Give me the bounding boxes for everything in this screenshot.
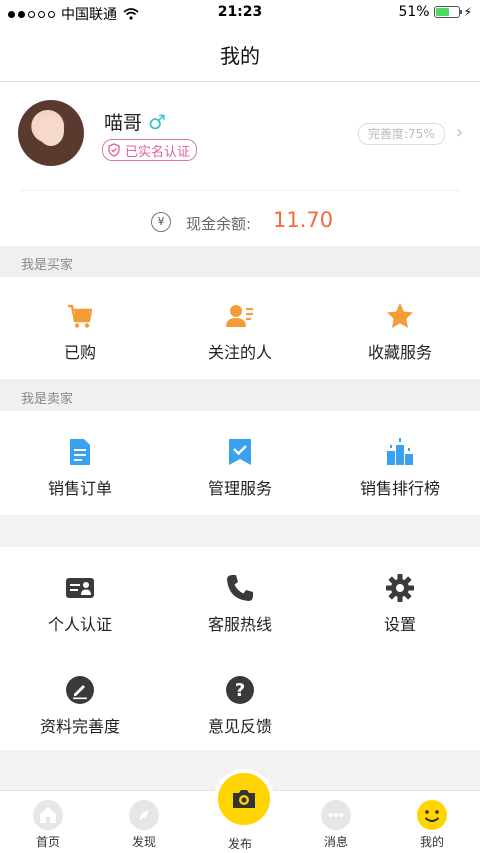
shield-icon — [107, 143, 121, 157]
seller-grid: 销售订单 管理服务 销售排行榜 — [0, 411, 480, 515]
tab-publish-button[interactable] — [214, 769, 274, 829]
compass-icon — [128, 799, 160, 831]
buyer-item-purchased[interactable]: 已购 — [0, 301, 160, 363]
misc-item-label: 个人认证 — [47, 615, 112, 634]
misc-item-label: 设置 — [383, 615, 416, 634]
tab-bar: 首页 发现 发布 消息 我的 — [0, 769, 480, 853]
id-card-icon — [65, 573, 95, 603]
buyer-item-following[interactable]: 关注的人 — [160, 301, 320, 363]
tab-home[interactable]: 首页 — [8, 799, 88, 850]
misc-item-hotline[interactable]: 客服热线 — [160, 573, 320, 635]
document-icon — [65, 437, 95, 467]
buyer-item-label: 收藏服务 — [367, 343, 432, 362]
buyer-grid: 已购 关注的人 收藏服务 — [0, 277, 480, 379]
ranking-icon — [385, 437, 415, 467]
camera-icon — [231, 788, 257, 810]
misc-item-feedback[interactable]: ? 意见反馈 — [160, 675, 320, 737]
seller-item-label: 销售排行榜 — [359, 479, 440, 498]
balance-row[interactable]: ¥ 现金余额: 11.70 — [0, 204, 480, 240]
star-icon — [385, 301, 415, 331]
buyer-item-favorites[interactable]: 收藏服务 — [320, 301, 480, 363]
battery-icon — [433, 6, 462, 18]
tab-messages[interactable]: 消息 — [296, 799, 376, 850]
misc-item-verification[interactable]: 个人认证 — [0, 573, 160, 635]
avatar[interactable] — [18, 100, 84, 166]
seller-item-manage[interactable]: 管理服务 — [160, 437, 320, 499]
buyer-item-label: 已购 — [63, 343, 96, 362]
tab-publish-label: 发布 — [227, 837, 252, 851]
tab-label: 消息 — [323, 835, 348, 849]
charging-icon: ⚡ — [463, 5, 472, 19]
verified-label: 已实名认证 — [125, 144, 191, 160]
balance-value: 11.70 — [273, 208, 334, 232]
chevron-right-icon[interactable]: › — [456, 122, 463, 143]
phone-icon — [225, 573, 255, 603]
home-icon — [32, 799, 64, 831]
seller-item-ranking[interactable]: 销售排行榜 — [320, 437, 480, 499]
male-gender-icon: ♂ — [148, 109, 166, 134]
misc-item-settings[interactable]: 设置 — [320, 573, 480, 635]
seller-section-title: 我是卖家 — [21, 392, 74, 407]
svg-text:?: ? — [235, 680, 245, 701]
seller-section-header: 我是卖家 — [0, 380, 480, 411]
smiley-icon — [416, 799, 448, 831]
misc-item-label: 客服热线 — [207, 615, 272, 634]
completion-badge[interactable]: 完善度:75% — [358, 123, 445, 145]
seller-item-orders[interactable]: 销售订单 — [0, 437, 160, 499]
username: 喵哥 — [104, 112, 143, 134]
buyer-section-header: 我是买家 — [0, 246, 480, 277]
username-row: 喵哥 ♂ — [104, 108, 166, 135]
profile-card[interactable]: 喵哥 ♂ 已实名认证 完善度:75% › ¥ 现金余额: 11.70 — [0, 82, 480, 246]
message-icon — [320, 799, 352, 831]
balance-label: 现金余额: — [186, 215, 252, 233]
nav-bar: 我的 — [0, 26, 480, 82]
buyer-item-label: 关注的人 — [207, 343, 272, 362]
tab-label: 首页 — [35, 835, 60, 849]
bookmark-check-icon — [225, 437, 255, 467]
person-follow-icon — [225, 301, 255, 331]
page-title: 我的 — [220, 44, 260, 68]
status-bar: 中国联通 21:23 51% ⚡ — [0, 0, 480, 26]
cart-icon — [65, 301, 95, 331]
yen-icon: ¥ — [151, 212, 171, 232]
divider — [20, 190, 460, 191]
seller-item-label: 销售订单 — [47, 479, 112, 498]
battery-percent: 51% — [398, 4, 430, 20]
tab-mine[interactable]: 我的 — [392, 799, 472, 850]
tab-label: 我的 — [419, 835, 444, 849]
misc-item-profile-completion[interactable]: 资料完善度 — [0, 675, 160, 737]
gear-icon — [385, 573, 415, 603]
buyer-section-title: 我是买家 — [21, 258, 74, 273]
battery-info: 51% ⚡ — [398, 4, 472, 20]
seller-item-label: 管理服务 — [207, 479, 272, 498]
tab-label: 发现 — [131, 835, 156, 849]
misc-item-label: 资料完善度 — [39, 717, 120, 736]
misc-grid: 个人认证 客服热线 设置 资料完善度 ? 意见反馈 — [0, 547, 480, 750]
edit-icon — [65, 675, 95, 705]
tab-discover[interactable]: 发现 — [104, 799, 184, 850]
question-icon: ? — [225, 675, 255, 705]
verified-badge: 已实名认证 — [102, 139, 198, 161]
misc-item-label: 意见反馈 — [207, 717, 272, 736]
